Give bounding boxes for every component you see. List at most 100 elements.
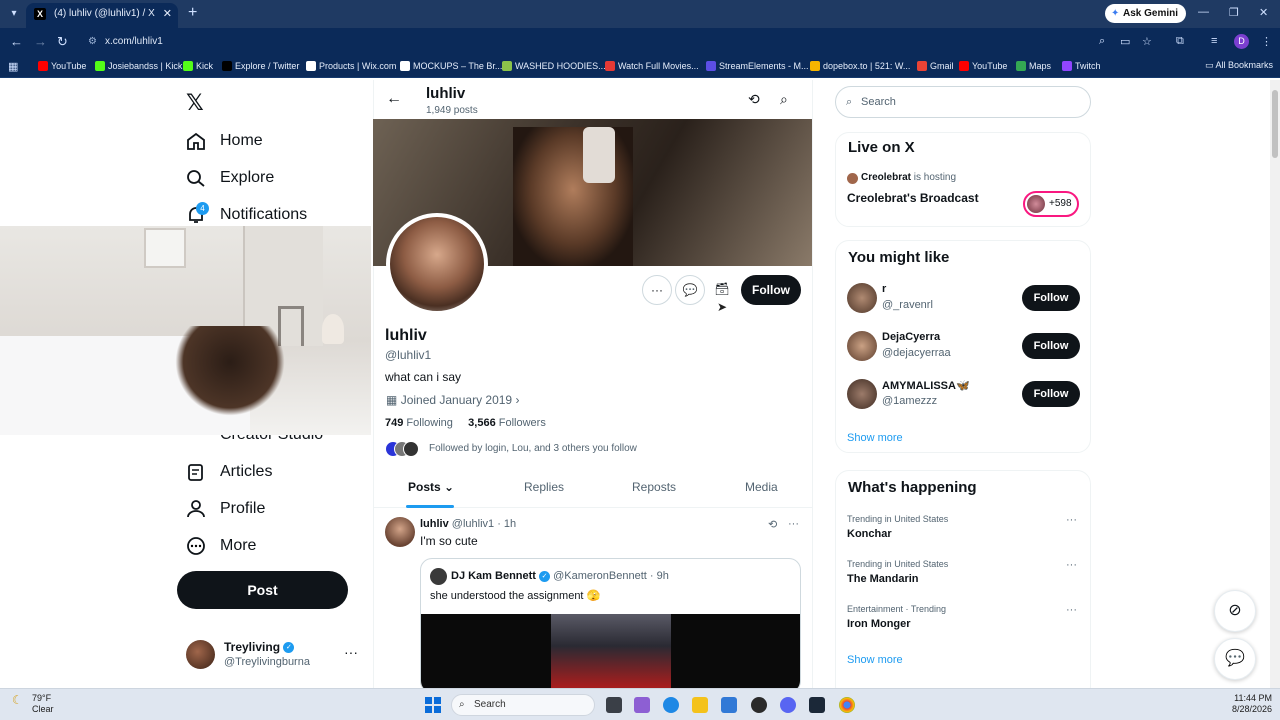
cast-icon[interactable]: ▭: [1120, 35, 1130, 48]
show-more-trends-link[interactable]: Show more: [847, 654, 903, 666]
grok-fab-icon[interactable]: ⊘: [1214, 590, 1256, 632]
bookmark-item[interactable]: Josiebandss | Kick: [95, 60, 182, 73]
taskbar-search[interactable]: ⌕ Search: [451, 694, 595, 716]
minimize-icon[interactable]: —: [1198, 6, 1209, 18]
nav-profile[interactable]: Profile: [186, 494, 265, 524]
edge-icon[interactable]: [663, 697, 679, 713]
bookmark-item[interactable]: StreamElements - M...: [706, 60, 809, 73]
bookmark-item[interactable]: YouTube: [959, 60, 1007, 73]
media-icon[interactable]: ≡: [1211, 35, 1217, 47]
trend-item[interactable]: Trending in United States Konchar ···: [847, 514, 1082, 548]
site-info-icon[interactable]: ⚙: [88, 31, 97, 53]
nav-home[interactable]: Home: [186, 126, 263, 156]
weather-widget[interactable]: ☾ 79°F Clear: [12, 693, 54, 715]
bookmark-item[interactable]: Kick: [183, 60, 213, 73]
browser-tab[interactable]: X (4) luhliv (@luhliv1) / X ✕: [26, 3, 178, 28]
bookmark-item[interactable]: Explore / Twitter: [222, 60, 299, 73]
discord-icon[interactable]: [780, 697, 796, 713]
search-input[interactable]: ⌕ Search: [835, 86, 1091, 118]
followed-by[interactable]: Followed by login, Lou, and 3 others you…: [385, 440, 637, 458]
bookmark-item[interactable]: WASHED HOODIES...: [502, 60, 606, 73]
show-more-link[interactable]: Show more: [847, 432, 903, 444]
url-field[interactable]: ⚙ x.com/luhliv1: [80, 31, 1095, 53]
live-host[interactable]: Creolebrat is hosting: [847, 172, 956, 184]
close-tab-icon[interactable]: ✕: [163, 3, 172, 25]
nav-more[interactable]: More: [186, 531, 256, 561]
chrome-icon[interactable]: [839, 697, 855, 713]
tweet-author[interactable]: luhliv: [420, 518, 449, 530]
chat-button[interactable]: 💬: [675, 275, 705, 305]
trend-item[interactable]: Trending in United States The Mandarin ···: [847, 559, 1082, 593]
tab-search-icon[interactable]: ▾: [6, 6, 22, 22]
tab-posts[interactable]: Posts ⌄: [408, 480, 454, 494]
start-icon[interactable]: [425, 697, 441, 713]
bookmark-item[interactable]: Gmail: [917, 60, 954, 73]
bookmark-item[interactable]: YouTube: [38, 60, 86, 73]
new-tab-icon[interactable]: +: [188, 4, 197, 22]
back-arrow-icon[interactable]: ←: [386, 90, 402, 108]
nav-articles[interactable]: Articles: [186, 457, 272, 487]
bookmark-item[interactable]: dopebox.to | 521: W...: [810, 60, 910, 73]
suggestion-follow-button[interactable]: Follow: [1022, 333, 1080, 359]
app-icon[interactable]: [751, 697, 767, 713]
copilot-icon[interactable]: [634, 697, 650, 713]
messages-fab-icon[interactable]: 💬: [1214, 638, 1256, 680]
grok-icon[interactable]: ⟲: [748, 91, 760, 108]
account-switcher[interactable]: Treyliving ✓ @Treylivingburna ···: [186, 640, 366, 672]
zoom-icon[interactable]: ⌕: [1099, 35, 1105, 48]
nav-explore[interactable]: Explore: [186, 163, 274, 193]
bookmark-star-icon[interactable]: ☆: [1142, 35, 1152, 48]
more-options-button[interactable]: ···: [642, 275, 672, 305]
ask-gemini-button[interactable]: ✦ Ask Gemini: [1105, 4, 1187, 23]
grok-icon[interactable]: ⟲: [768, 518, 777, 531]
apps-grid-icon[interactable]: ▦: [8, 60, 18, 73]
tweet-more-icon[interactable]: ···: [788, 518, 799, 530]
suggestion-row[interactable]: r @_ravenrl Follow: [847, 283, 1082, 317]
account-more-icon[interactable]: ···: [344, 644, 358, 660]
bookmark-item[interactable]: Maps: [1016, 60, 1051, 73]
follow-button[interactable]: Follow: [741, 275, 801, 305]
task-view-icon[interactable]: [606, 697, 622, 713]
tab-reposts[interactable]: Reposts: [632, 480, 676, 494]
close-window-icon[interactable]: ✕: [1259, 6, 1268, 19]
bookmark-item[interactable]: Watch Full Movies...: [605, 60, 699, 73]
file-explorer-icon[interactable]: [692, 697, 708, 713]
menu-kebab-icon[interactable]: ⋮: [1261, 35, 1272, 48]
trend-more-icon[interactable]: ···: [1066, 604, 1077, 616]
following-link[interactable]: 749 Following: [385, 417, 453, 429]
post-button[interactable]: Post: [177, 571, 348, 609]
system-clock[interactable]: 11:44 PM 8/28/2026: [1224, 693, 1272, 715]
store-icon[interactable]: [721, 697, 737, 713]
bookmark-item[interactable]: Twitch: [1062, 60, 1101, 73]
trend-item[interactable]: Entertainment · Trending Iron Monger ···: [847, 604, 1082, 638]
steam-icon[interactable]: [809, 697, 825, 713]
followers-link[interactable]: 3,566 Followers: [468, 417, 546, 429]
reload-icon[interactable]: ↻: [57, 34, 68, 50]
suggestion-follow-button[interactable]: Follow: [1022, 381, 1080, 407]
quoted-tweet[interactable]: DJ Kam Bennett ✓ @KameronBennett · 9h sh…: [420, 558, 801, 688]
back-icon[interactable]: ←: [10, 34, 23, 49]
forward-icon[interactable]: →: [34, 34, 47, 49]
tab-replies[interactable]: Replies: [524, 480, 564, 494]
bookmark-item[interactable]: MOCKUPS – The Br...: [400, 60, 502, 73]
page-scrollbar[interactable]: [1270, 80, 1280, 688]
x-logo-icon[interactable]: 𝕏: [186, 90, 204, 116]
tab-media[interactable]: Media: [745, 480, 778, 494]
extensions-icon[interactable]: ⧉: [1176, 35, 1184, 48]
profile-avatar[interactable]: [386, 213, 488, 315]
suggestion-row[interactable]: AMYMALISSA🦋 @1amezzz Follow: [847, 379, 1082, 413]
live-listeners-pill[interactable]: +598: [1023, 191, 1079, 217]
chevron-right-icon[interactable]: ›: [515, 393, 519, 407]
profile-avatar[interactable]: D: [1234, 34, 1249, 49]
suggestion-row[interactable]: DejaCyerra @dejacyerraa Follow: [847, 331, 1082, 365]
tweet-avatar[interactable]: [385, 517, 415, 547]
suggestion-follow-button[interactable]: Follow: [1022, 285, 1080, 311]
maximize-icon[interactable]: ❐: [1229, 6, 1239, 19]
search-profile-icon[interactable]: ⌕: [780, 91, 788, 108]
live-broadcast-name[interactable]: Creolebrat's Broadcast: [847, 191, 979, 205]
scrollbar-thumb[interactable]: [1272, 90, 1278, 158]
trend-more-icon[interactable]: ···: [1066, 514, 1077, 526]
quote-media[interactable]: [421, 614, 800, 688]
all-bookmarks-button[interactable]: ▭ All Bookmarks: [1205, 60, 1273, 71]
trend-more-icon[interactable]: ···: [1066, 559, 1077, 571]
